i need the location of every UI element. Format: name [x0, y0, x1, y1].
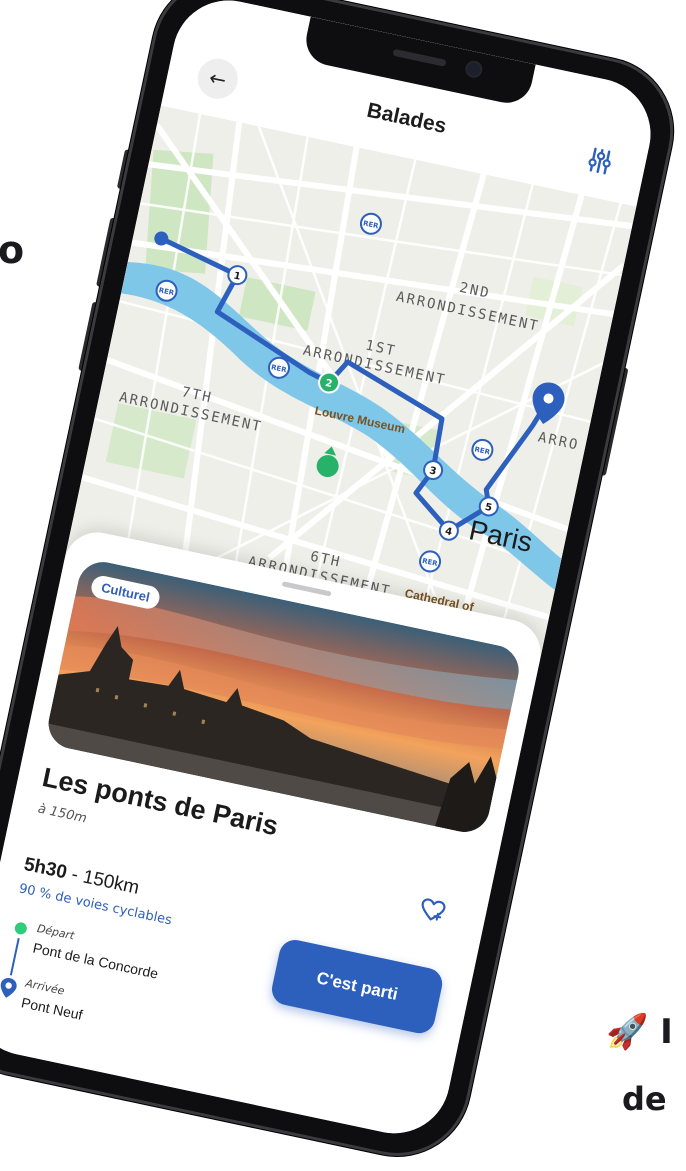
start-dot-icon	[13, 921, 28, 936]
end-place: Pont Neuf	[19, 994, 85, 1023]
start-walk-button[interactable]: C'est parti	[269, 937, 446, 1037]
walk-detail-sheet: Culturel Les ponts de Paris à 150m 5h30 …	[0, 526, 547, 1144]
sheet-drag-handle[interactable]	[281, 581, 332, 597]
location-pin-icon	[0, 978, 17, 998]
camera-icon	[466, 61, 482, 78]
start-place: Pont de la Concorde	[31, 939, 160, 982]
label-2nd-num: 2ND	[458, 280, 492, 302]
speaker-grille	[392, 48, 447, 67]
edge-fragment-left: o	[0, 228, 25, 272]
start-label: Départ	[35, 921, 76, 943]
phone-body: RER RER RER RER RER 2ND ARRONDISSEMENT 1…	[0, 0, 686, 1170]
route-connector	[9, 937, 20, 976]
edge-fragment-rocket: 🚀 I	[606, 1012, 673, 1052]
end-label: Arrivée	[24, 976, 66, 998]
app-screen: RER RER RER RER RER 2ND ARRONDISSEMENT 1…	[0, 0, 661, 1144]
svg-text:ARRO: ARRO	[537, 429, 581, 453]
phone-mockup: RER RER RER RER RER 2ND ARRONDISSEMENT 1…	[0, 0, 686, 1170]
distance-away: à 150m	[36, 801, 89, 827]
edge-fragment-de: de	[622, 1080, 667, 1118]
sliders-icon[interactable]	[582, 143, 618, 179]
duration-value: 5h30	[22, 853, 69, 884]
heart-plus-icon[interactable]	[417, 895, 448, 926]
svg-text:Paris: Paris	[466, 514, 535, 558]
